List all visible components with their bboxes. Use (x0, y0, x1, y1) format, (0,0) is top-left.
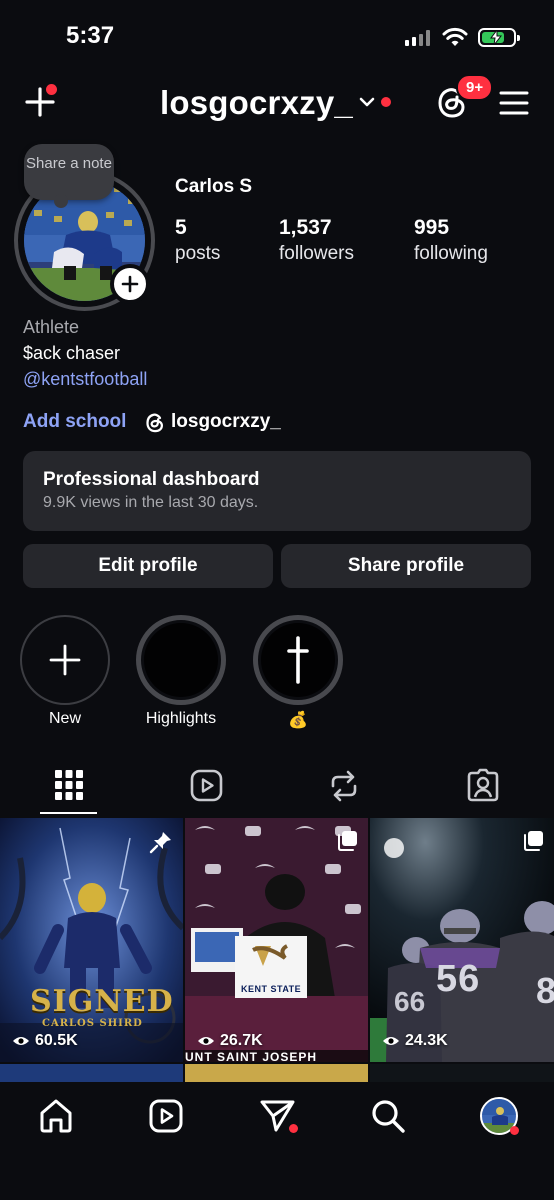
banner-text: UNT SAINT JOSEPH (185, 1050, 318, 1062)
jersey-number-3: 8 (536, 970, 554, 1011)
edit-profile-button[interactable]: Edit profile (23, 544, 273, 588)
display-name: Carlos S (175, 176, 253, 197)
post-views-count: 60.5K (35, 1032, 78, 1049)
highlight-item-money[interactable] (253, 615, 343, 705)
post-views: 60.5K (12, 1032, 78, 1050)
bio-mention-link[interactable]: @kentstfootball (23, 369, 147, 390)
highlight-item-highlights[interactable] (136, 615, 226, 705)
new-highlight-button[interactable] (20, 615, 110, 705)
search-icon[interactable] (370, 1098, 406, 1134)
highlight-label: 💰 (288, 712, 308, 729)
account-notification-dot (381, 97, 391, 107)
bio-text: $ack chaser (23, 343, 121, 363)
tagged-icon[interactable] (467, 768, 499, 802)
post-tile-signed[interactable]: SIGNED CARLOS SHIRD 60.5K (0, 818, 183, 1062)
threads-handle-link[interactable]: losgocrxzy_ (171, 411, 281, 433)
post-views-count: 24.3K (405, 1032, 448, 1049)
following-label[interactable]: following (414, 243, 488, 265)
grid-icon[interactable] (55, 770, 83, 800)
dashboard-subtitle: 9.9K views in the last 30 days. (43, 494, 259, 511)
dashboard-title: Professional dashboard (43, 469, 260, 490)
kent-state-sign-text: KENT STATE (241, 984, 302, 994)
cross-icon (287, 636, 309, 684)
profile-notification-dot (510, 1126, 519, 1135)
post-tile-partial[interactable] (185, 1064, 368, 1082)
active-tab-indicator (40, 812, 97, 814)
reposts-icon[interactable] (329, 769, 359, 803)
reels-icon[interactable] (149, 1099, 183, 1133)
post-subtitle-art: CARLOS SHIRD (42, 1018, 143, 1029)
post-tile-signing[interactable]: KENT STATE UNT SAINT JOSEPH 26.7K (185, 818, 368, 1062)
share-note-bubble[interactable]: Share a note (24, 144, 114, 208)
create-notification-dot (46, 84, 57, 95)
eye-icon (383, 1037, 399, 1045)
status-time: 5:37 (66, 22, 115, 49)
account-username-switcher[interactable]: losgocrxzy_ (160, 84, 353, 122)
post-title-art: SIGNED (30, 984, 174, 1019)
followers-count[interactable]: 1,537 (279, 216, 332, 240)
eye-icon (13, 1037, 29, 1045)
notification-count-badge: 9+ (456, 74, 494, 101)
following-count[interactable]: 995 (414, 216, 449, 240)
cellular-signal-icon (405, 30, 433, 46)
reels-icon[interactable] (190, 769, 223, 802)
add-school-link[interactable]: Add school (23, 411, 126, 433)
post-tile-partial[interactable] (0, 1064, 183, 1082)
chevron-down-icon[interactable] (359, 96, 375, 108)
jersey-number-1: 56 (436, 958, 481, 1000)
professional-dashboard-card[interactable] (23, 451, 531, 531)
posts-label[interactable]: posts (175, 243, 220, 265)
jersey-number-2: 66 (394, 986, 426, 1017)
post-tile-partial[interactable] (370, 1064, 554, 1082)
new-highlight-label: New (48, 710, 81, 727)
pin-icon (149, 832, 171, 854)
bio-category: Athlete (23, 317, 80, 337)
multi-image-icon (338, 831, 357, 851)
menu-hamburger-icon[interactable] (499, 90, 529, 116)
eye-icon (198, 1037, 214, 1045)
home-icon[interactable] (38, 1098, 74, 1134)
followers-label[interactable]: followers (279, 243, 354, 265)
post-views: 24.3K (382, 1032, 448, 1050)
wifi-icon (442, 27, 468, 46)
add-story-button[interactable] (110, 264, 150, 304)
battery-icon (478, 28, 520, 47)
posts-count[interactable]: 5 (175, 216, 187, 240)
share-profile-button[interactable]: Share profile (281, 544, 531, 588)
post-views-count: 26.7K (220, 1032, 263, 1049)
post-views: 26.7K (197, 1032, 263, 1050)
highlight-label: Highlights (145, 710, 217, 727)
multi-image-icon (524, 831, 543, 851)
post-tile-gameday[interactable]: 56 66 8 24.3K (370, 818, 554, 1062)
threads-icon[interactable] (145, 412, 165, 434)
messages-notification-dot (289, 1124, 298, 1133)
